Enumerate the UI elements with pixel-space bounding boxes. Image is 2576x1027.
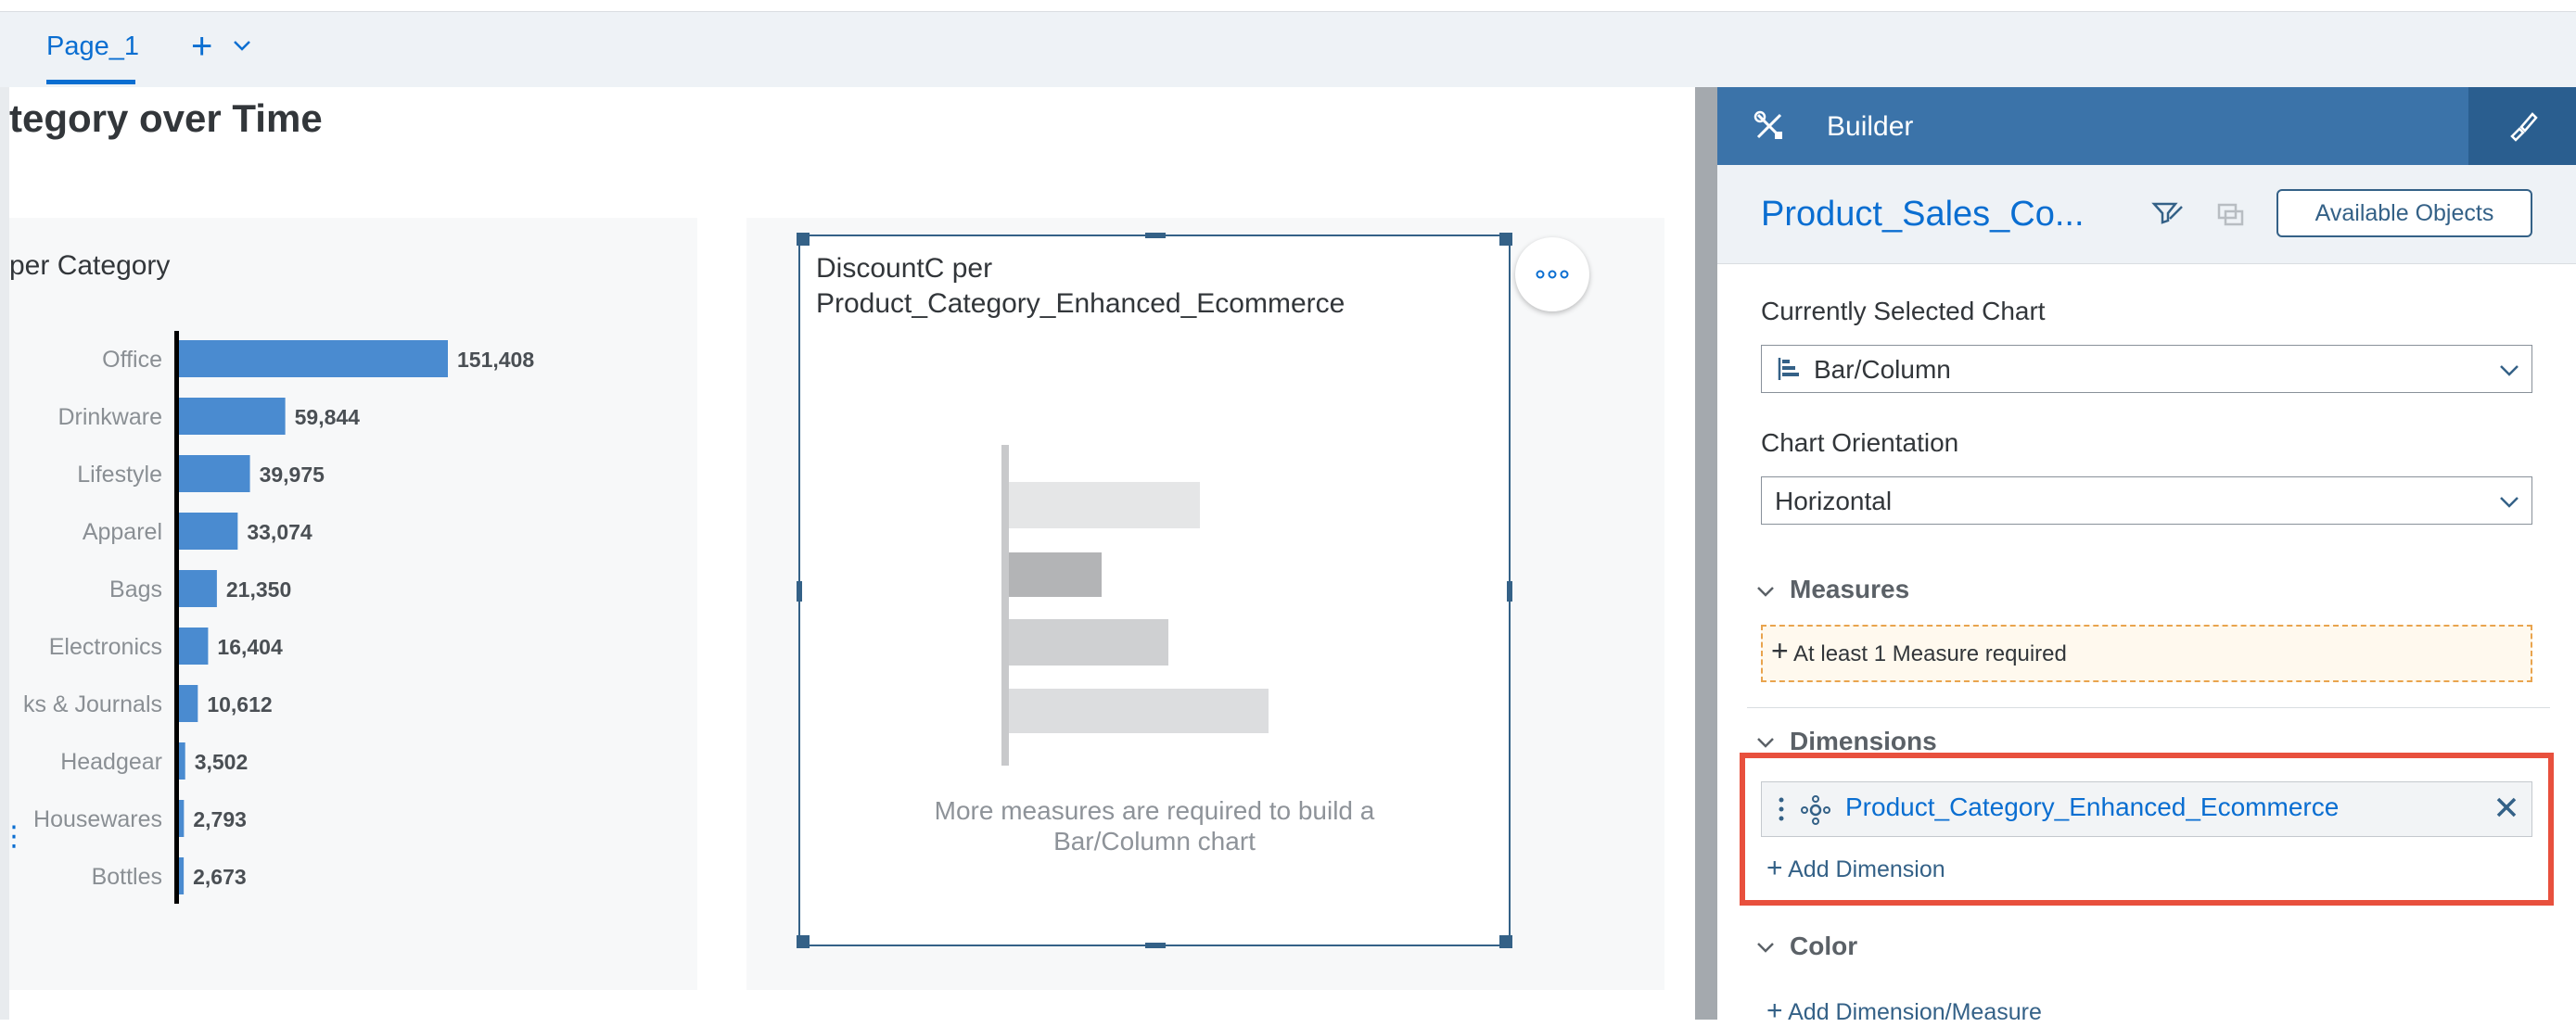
value-label: 10,612 <box>207 692 272 716</box>
value-label: 16,404 <box>217 635 283 659</box>
drag-handle-icon[interactable]: ⋮ <box>0 823 28 851</box>
bar[interactable] <box>179 685 198 722</box>
bar[interactable] <box>179 570 217 607</box>
chart-orientation-value: Horizontal <box>1775 487 1893 515</box>
chevron-down-icon[interactable] <box>232 35 252 56</box>
value-label: 39,975 <box>260 463 325 487</box>
plus-icon: + <box>1766 995 1783 1026</box>
chevron-down-icon <box>2500 365 2519 376</box>
category-label: Bags <box>109 577 162 602</box>
chart-title: DiscountC per Product_Category_Enhanced_… <box>816 251 1465 322</box>
value-label: 2,673 <box>193 865 247 889</box>
chevron-down-icon[interactable] <box>1755 581 1776 602</box>
active-tab-indicator <box>46 80 135 84</box>
category-axis-line <box>174 331 179 904</box>
bar[interactable] <box>179 340 448 377</box>
category-label: Drinkware <box>57 404 162 430</box>
resize-handle[interactable] <box>1499 935 1512 948</box>
resize-handle[interactable] <box>1507 581 1512 602</box>
category-label: Headgear <box>60 749 162 775</box>
add-dimension-measure-label: Add Dimension/Measure <box>1788 999 2042 1025</box>
chevron-down-icon[interactable] <box>1755 732 1776 753</box>
value-label: 21,350 <box>226 577 291 602</box>
bar[interactable] <box>179 628 209 665</box>
value-label: 2,793 <box>193 807 247 831</box>
tools-icon <box>1753 110 1782 139</box>
bar-chart[interactable]: Office 151,408 Drinkware 59,844 Lifestyle 39,… <box>9 320 584 909</box>
bar[interactable] <box>179 742 185 780</box>
bar[interactable] <box>179 800 185 837</box>
resize-handle[interactable] <box>797 581 802 602</box>
paintbrush-icon <box>2510 112 2538 142</box>
resize-handle[interactable] <box>797 935 810 948</box>
add-dimension-measure-link[interactable]: + Add Dimension/Measure <box>1766 995 2042 1027</box>
empty-chart-placeholder-icon <box>1001 445 1269 766</box>
placeholder-line-2: Bar/Column chart <box>1053 827 1256 856</box>
add-page-button[interactable]: + <box>191 28 212 65</box>
bar-chart-icon <box>1778 358 1799 380</box>
category-label: Bottles <box>92 864 162 890</box>
model-name[interactable]: Product_Sales_Co... <box>1761 195 2085 235</box>
resize-handle[interactable] <box>1145 943 1166 948</box>
resize-handle[interactable] <box>1499 233 1512 246</box>
builder-title: Builder <box>1827 111 1914 142</box>
plus-icon: + <box>1771 634 1789 667</box>
measure-required-text[interactable]: + At least 1 Measure required <box>1771 636 2067 667</box>
category-label: Apparel <box>83 519 162 545</box>
category-label: Housewares <box>33 806 162 832</box>
highlight-box <box>1740 753 2554 906</box>
category-label: Electronics <box>49 634 162 660</box>
measure-required-label: At least 1 Measure required <box>1793 641 2067 666</box>
copy-icon[interactable] <box>2216 202 2246 228</box>
page-title: tegory over Time <box>9 96 323 140</box>
value-label: 151,408 <box>457 348 534 372</box>
resize-handle[interactable] <box>1145 233 1166 238</box>
currently-selected-chart-label: Currently Selected Chart <box>1761 297 2046 325</box>
canvas-left-edge <box>0 87 9 1020</box>
placeholder-message: More measures are required to build a Ba… <box>918 795 1391 856</box>
bar[interactable] <box>179 513 238 550</box>
value-label: 59,844 <box>295 405 361 429</box>
tab-page-1[interactable]: Page_1 <box>46 32 139 62</box>
category-label: Lifestyle <box>77 462 162 488</box>
bar[interactable] <box>179 398 286 435</box>
chevron-down-icon[interactable] <box>1755 937 1776 957</box>
edit-filter-icon[interactable] <box>2151 198 2185 226</box>
measures-section-header[interactable]: Measures <box>1790 575 1909 604</box>
chart-orientation-label: Chart Orientation <box>1761 428 1959 457</box>
panel-splitter[interactable] <box>1695 87 1717 1020</box>
bar[interactable] <box>179 455 250 492</box>
value-label: 3,502 <box>195 750 249 774</box>
category-label: Office <box>102 347 162 373</box>
top-strip <box>0 0 2576 12</box>
value-label: 33,074 <box>247 520 312 544</box>
chart-title: per Category <box>9 250 171 281</box>
bar[interactable] <box>179 857 185 894</box>
chart-title-line-1: DiscountC per <box>816 253 993 284</box>
section-divider <box>1747 707 2550 708</box>
category-label: ks & Journals <box>23 691 162 717</box>
page-tab-bar <box>0 12 2576 88</box>
resize-handle[interactable] <box>797 233 810 246</box>
available-objects-button[interactable]: Available Objects <box>2276 189 2532 237</box>
styling-tab[interactable] <box>2468 87 2576 165</box>
ellipsis-icon <box>1536 270 1569 279</box>
chart-orientation-select[interactable]: Horizontal <box>1761 476 2532 525</box>
chart-title-line-2: Product_Category_Enhanced_Ecommerce <box>816 288 1345 319</box>
chevron-down-icon <box>2500 497 2519 508</box>
more-actions-button[interactable] <box>1515 237 1589 311</box>
chart-type-value: Bar/Column <box>1814 355 1951 384</box>
chart-type-select[interactable]: Bar/Column <box>1761 345 2532 393</box>
placeholder-line-1: More measures are required to build a <box>934 796 1375 825</box>
color-section-header[interactable]: Color <box>1790 932 1857 961</box>
